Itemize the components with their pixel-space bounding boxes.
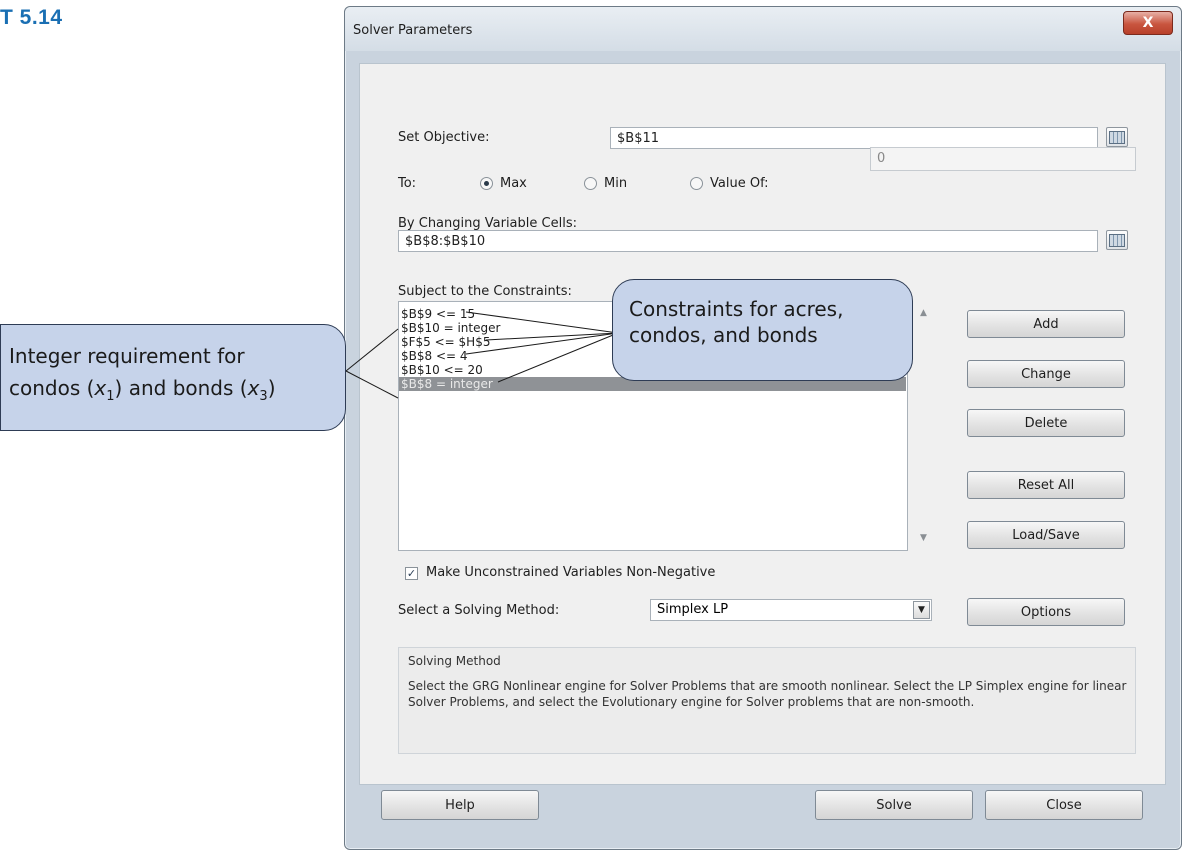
integer-callout-text-a: condos ( — [9, 376, 95, 400]
variable-x3: x — [247, 376, 260, 400]
value-of-radio-label: Value Of: — [710, 176, 769, 191]
non-negative-label: Make Unconstrained Variables Non-Negativ… — [426, 565, 716, 580]
add-button[interactable]: Add — [967, 310, 1125, 338]
reset-all-button[interactable]: Reset All — [967, 471, 1125, 499]
solving-method-value: Simplex LP — [657, 602, 729, 617]
variable-x1: x — [94, 376, 107, 400]
load-save-button[interactable]: Load/Save — [967, 521, 1125, 549]
integer-callout-line2: condos (x1) and bonds (x3) — [9, 375, 345, 410]
min-radio-label: Min — [604, 176, 628, 191]
title-bar[interactable]: Solver Parameters X — [345, 7, 1181, 51]
objective-cell-input[interactable]: $B$11 — [610, 127, 1098, 149]
value-of-radio[interactable] — [690, 177, 703, 190]
to-label: To: — [398, 176, 417, 191]
solving-method-group-title: Solving Method — [408, 654, 501, 668]
changing-cells-label: By Changing Variable Cells: — [398, 216, 577, 231]
dialog-title: Solver Parameters — [353, 23, 473, 38]
constraints-callout-text: Constraints for acres, condos, and bonds — [629, 297, 844, 347]
delete-button[interactable]: Delete — [967, 409, 1125, 437]
integer-callout-line1: Integer requirement for — [9, 344, 245, 368]
range-select-icon — [1109, 130, 1125, 144]
min-radio[interactable] — [584, 177, 597, 190]
help-button[interactable]: Help — [381, 790, 539, 820]
integer-callout-text-b: ) and bonds ( — [114, 376, 248, 400]
scroll-up-icon[interactable]: ▲ — [920, 308, 927, 318]
close-window-button[interactable]: X — [1123, 11, 1173, 35]
solving-method-label: Select a Solving Method: — [398, 603, 560, 618]
solving-method-group: Solving Method Select the GRG Nonlinear … — [398, 647, 1136, 754]
constraint-item[interactable]: $B$10 = integer — [401, 321, 500, 335]
integer-callout-text-c: ) — [267, 376, 276, 400]
collapse-changing-cells-button[interactable] — [1106, 230, 1128, 250]
set-objective-label: Set Objective: — [398, 130, 490, 145]
exhibit-label: T 5.14 — [0, 6, 63, 29]
value-of-input[interactable]: 0 — [870, 147, 1136, 171]
subscript-3: 3 — [259, 389, 268, 404]
constraint-item[interactable]: $F$5 <= $H$5 — [401, 335, 490, 349]
options-button[interactable]: Options — [967, 598, 1125, 626]
scroll-down-icon[interactable]: ▼ — [920, 533, 927, 543]
max-radio-label: Max — [500, 176, 527, 191]
change-button[interactable]: Change — [967, 360, 1125, 388]
constraint-item[interactable]: $B$10 <= 20 — [401, 363, 483, 377]
constraint-item[interactable]: $B$8 <= 4 — [401, 349, 468, 363]
constraint-item[interactable]: $B$9 <= 15 — [401, 307, 475, 321]
changing-cells-input[interactable]: $B$8:$B$10 — [398, 230, 1098, 252]
close-button[interactable]: Close — [985, 790, 1143, 820]
solve-button[interactable]: Solve — [815, 790, 973, 820]
solving-method-description: Select the GRG Nonlinear engine for Solv… — [408, 679, 1127, 709]
subscript-1: 1 — [106, 389, 115, 404]
max-radio[interactable] — [480, 177, 493, 190]
range-select-icon — [1109, 233, 1125, 247]
solving-method-select[interactable]: Simplex LP ▼ — [650, 599, 932, 621]
collapse-objective-button[interactable] — [1106, 127, 1128, 147]
chevron-down-icon[interactable]: ▼ — [913, 601, 930, 619]
non-negative-checkbox[interactable]: ✓ — [405, 567, 418, 580]
constraints-label: Subject to the Constraints: — [398, 284, 572, 299]
constraints-callout: Constraints for acres, condos, and bonds — [612, 279, 913, 381]
integer-requirement-callout: Integer requirement for condos (x1) and … — [0, 324, 346, 431]
